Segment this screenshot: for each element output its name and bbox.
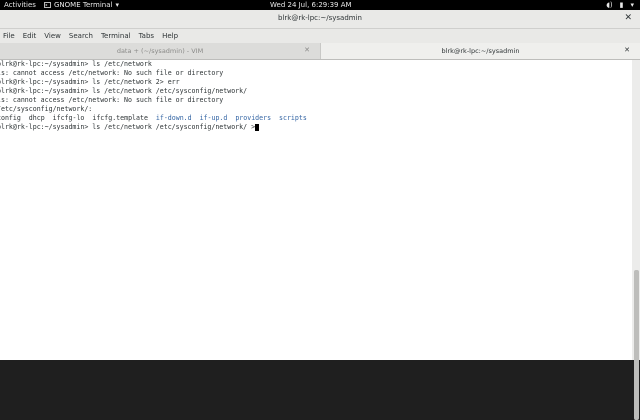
terminal-line: blrk@rk-lpc:~/sysadmin> ls /etc/network … [0,78,180,86]
tab-terminal[interactable]: blrk@rk-lpc:~/sysadmin ✕ [320,43,640,59]
chevron-down-icon: ▾ [630,1,634,9]
menu-search[interactable]: Search [69,32,93,40]
tab-label: data + (~/sysadmin) - VIM [116,47,204,55]
menu-view[interactable]: View [44,32,61,40]
volume-icon: ◖) [606,1,613,9]
terminal-output[interactable]: blrk@rk-lpc:~/sysadmin> ls /etc/network … [0,60,632,360]
text-cursor [255,123,260,131]
close-tab-icon[interactable]: ✕ [624,46,630,54]
file-entry: ifcfg-lo [52,114,85,122]
menu-tabs[interactable]: Tabs [139,32,155,40]
dir-entry: if-up.d [199,114,228,122]
file-entry: dhcp [28,114,45,122]
dir-entry: if-down.d [155,114,192,122]
menu-terminal[interactable]: Terminal [101,32,131,40]
dir-entry: scripts [279,114,307,122]
app-menu[interactable]: GNOME Terminal ▾ [44,1,119,9]
terminal-app-icon [44,2,51,8]
menu-help[interactable]: Help [162,32,178,40]
close-icon[interactable]: ✕ [624,13,632,23]
battery-icon: ▮ [619,1,624,9]
tab-vim[interactable]: data + (~/sysadmin) - VIM ✕ [0,43,320,59]
menu-bar: File Edit View Search Terminal Tabs Help [0,29,640,43]
dir-entry: providers [235,114,272,122]
window-title: blrk@rk-lpc:~/sysadmin [278,14,362,22]
tab-bar: data + (~/sysadmin) - VIM ✕ blrk@rk-lpc:… [0,43,640,60]
terminal-line: blrk@rk-lpc:~/sysadmin> ls /etc/network [0,60,152,68]
menu-edit[interactable]: Edit [23,32,37,40]
menu-file[interactable]: File [3,32,15,40]
close-tab-icon[interactable]: ✕ [304,46,310,54]
scrollbar-thumb[interactable] [634,270,639,420]
system-tray[interactable]: ◖) ▮ ▾ [606,0,634,10]
file-entry: config [0,114,21,122]
activities-button[interactable]: Activities [4,1,36,9]
terminal-line: ls: cannot access /etc/network: No such … [0,69,224,77]
terminal-line: /etc/sysconfig/network/: [0,105,93,113]
window-titlebar: blrk@rk-lpc:~/sysadmin ✕ [0,10,640,29]
directory-listing: config dhcp ifcfg-lo ifcfg.template if-d… [0,114,629,123]
terminal-line: ls: cannot access /etc/network: No such … [0,96,224,104]
prompt-text: blrk@rk-lpc:~/sysadmin> ls /etc/network … [0,123,256,131]
terminal-line: blrk@rk-lpc:~/sysadmin> ls /etc/network … [0,87,248,95]
prompt-line[interactable]: blrk@rk-lpc:~/sysadmin> ls /etc/network … [0,123,629,132]
clock[interactable]: Wed 24 Jul, 6:29:39 AM [270,1,352,9]
scrollbar[interactable] [632,60,640,420]
top-bar: Activities GNOME Terminal ▾ Wed 24 Jul, … [0,0,640,10]
file-entry: ifcfg.template [92,114,148,122]
tab-label: blrk@rk-lpc:~/sysadmin [441,47,520,55]
app-name: GNOME Terminal [54,1,113,9]
chevron-down-icon: ▾ [115,1,119,9]
